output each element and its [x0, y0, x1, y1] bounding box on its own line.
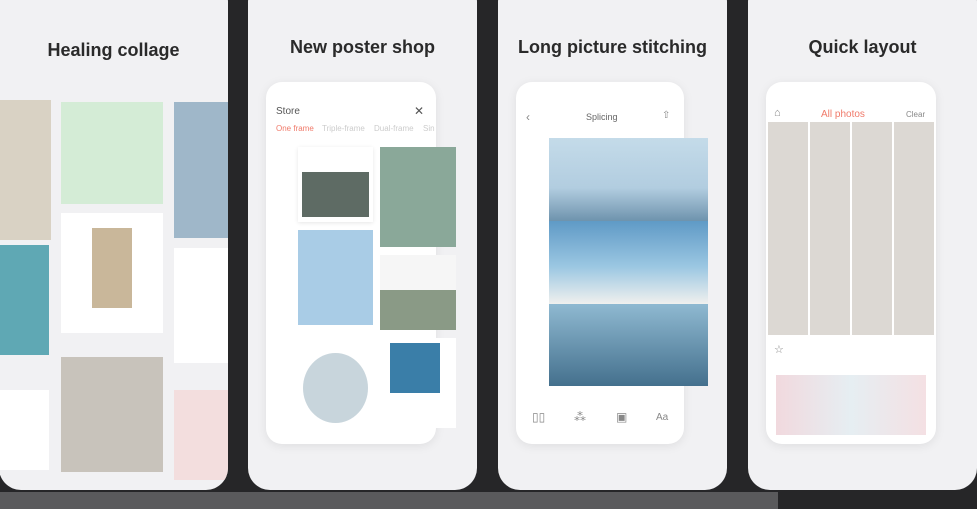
collage-tile: [61, 357, 163, 472]
poster-template[interactable]: [380, 147, 456, 247]
stitched-photo: [549, 138, 708, 221]
horizontal-scrollbar[interactable]: [0, 492, 778, 509]
tab-triple-frame[interactable]: Triple-frame: [322, 124, 365, 133]
clear-button[interactable]: Clear: [906, 110, 925, 119]
card-quick-layout[interactable]: Quick layout ⌂ All photos Clear ☆: [748, 0, 977, 490]
tab-single[interactable]: Sin: [423, 124, 435, 133]
back-icon[interactable]: ‹: [526, 110, 530, 124]
poster-template[interactable]: [298, 230, 373, 325]
poster-template[interactable]: [298, 147, 373, 222]
card-long-picture[interactable]: Long picture stitching ‹ Splicing ⇧ ▯▯ ⁂…: [498, 0, 727, 490]
star-icon[interactable]: ☆: [774, 343, 784, 356]
poster-template[interactable]: [298, 350, 373, 425]
splicing-title[interactable]: Splicing: [586, 112, 618, 122]
collage-tile: [92, 228, 132, 308]
collage-tile: [0, 100, 51, 240]
card-healing-collage[interactable]: Healing collage: [0, 0, 228, 490]
tab-dual-frame[interactable]: Dual-frame: [374, 124, 414, 133]
poster-template[interactable]: [380, 338, 456, 428]
card-title: Quick layout: [808, 37, 917, 57]
collage-tile: [0, 245, 49, 355]
card-title: Long picture stitching: [518, 37, 707, 57]
collage-tile: [0, 390, 49, 470]
text-tool[interactable]: Aa: [656, 412, 668, 423]
album-selector[interactable]: All photos: [821, 109, 865, 120]
frame-icon[interactable]: ▣: [616, 410, 627, 424]
card-title: Healing collage: [47, 40, 180, 60]
close-icon[interactable]: ✕: [414, 104, 424, 118]
collage-tile: [61, 102, 163, 204]
filter-icon[interactable]: ⁂: [574, 410, 586, 424]
share-icon[interactable]: ⇧: [662, 110, 670, 121]
poster-template[interactable]: [380, 255, 456, 330]
collage-tile: [174, 390, 228, 480]
card-title: New poster shop: [289, 37, 436, 57]
home-icon[interactable]: ⌂: [774, 107, 781, 119]
photo-grid[interactable]: [768, 122, 934, 335]
stitched-photo: [549, 221, 708, 304]
collage-tile: [174, 248, 228, 363]
phone-mockup: ⌂ All photos Clear ☆: [766, 82, 936, 444]
stitched-photo: [549, 304, 708, 386]
collage-tile: [174, 102, 228, 238]
tab-one-frame[interactable]: One frame: [276, 124, 314, 133]
store-heading: Store: [276, 106, 300, 117]
preview-strip: [776, 375, 926, 435]
card-poster-shop[interactable]: New poster shop Store ✕ One frame Triple…: [248, 0, 477, 490]
layout-icon[interactable]: ▯▯: [532, 410, 545, 424]
